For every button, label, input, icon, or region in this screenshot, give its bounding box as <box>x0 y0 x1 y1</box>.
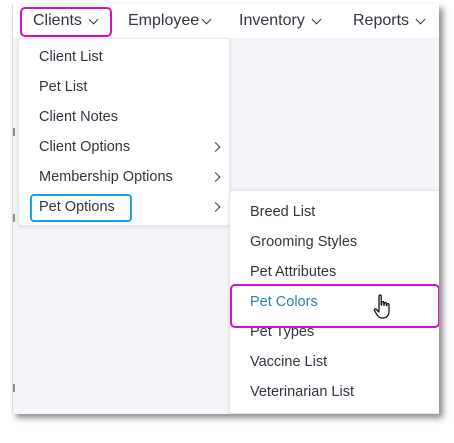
pet-options-highlight <box>30 194 132 222</box>
edge-mark <box>13 214 15 222</box>
menu-item-label: Pet List <box>39 79 88 95</box>
submenu-item-vaccine-list[interactable]: Vaccine List <box>230 347 439 377</box>
nav-employee[interactable]: Employee <box>128 4 212 38</box>
submenu-item-label: Grooming Styles <box>250 234 358 250</box>
app-window: Clients Employee Inventory Reports Clien… <box>12 4 439 414</box>
menu-item-client-list[interactable]: Client List <box>19 42 229 72</box>
menu-item-client-notes[interactable]: Client Notes <box>19 102 229 132</box>
submenu-item-grooming-styles[interactable]: Grooming Styles <box>230 227 439 257</box>
nav-employee-label: Employee <box>128 12 200 29</box>
menu-item-client-options[interactable]: Client Options <box>19 132 229 162</box>
pet-colors-highlight <box>230 284 439 328</box>
menu-item-label: Client Options <box>39 139 131 155</box>
submenu-item-label: Veterinarian List <box>250 384 354 400</box>
clients-highlight <box>20 7 112 37</box>
nav-inventory[interactable]: Inventory <box>239 4 322 38</box>
nav-reports[interactable]: Reports <box>353 4 426 38</box>
edge-mark <box>13 384 15 392</box>
chevron-down-icon <box>201 14 212 24</box>
chevron-right-icon <box>210 172 221 182</box>
chevron-down-icon <box>415 14 426 24</box>
submenu-item-veterinarian-list[interactable]: Veterinarian List <box>230 377 439 407</box>
edge-mark <box>13 128 15 136</box>
menu-item-label: Membership Options <box>39 169 173 185</box>
menu-item-label: Client Notes <box>39 109 118 125</box>
nav-inventory-label: Inventory <box>239 12 305 29</box>
submenu-item-breed-list[interactable]: Breed List <box>230 197 439 227</box>
chevron-down-icon <box>311 14 322 24</box>
submenu-item-label: Breed List <box>250 204 316 220</box>
submenu-item-label: Pet Attributes <box>250 264 337 280</box>
menu-item-pet-list[interactable]: Pet List <box>19 72 229 102</box>
submenu-item-label: Vaccine List <box>250 354 328 370</box>
submenu-item-pet-attributes[interactable]: Pet Attributes <box>230 257 439 287</box>
chevron-right-icon <box>210 142 221 152</box>
hand-pointer-icon <box>373 294 393 325</box>
menu-item-label: Client List <box>39 49 103 65</box>
menu-item-membership-options[interactable]: Membership Options <box>19 162 229 192</box>
chevron-right-icon <box>210 202 221 212</box>
nav-reports-label: Reports <box>353 12 410 29</box>
